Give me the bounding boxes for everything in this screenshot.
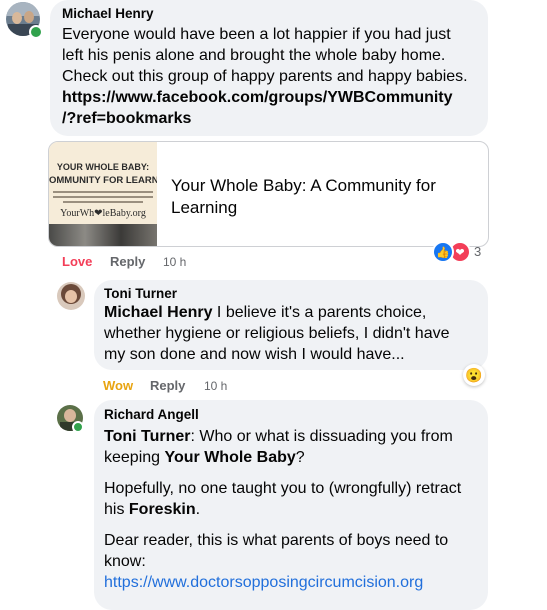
comment-author[interactable]: Richard Angell (104, 407, 199, 422)
comment-text: Everyone would have been a lot happier i… (62, 26, 468, 127)
mention-tag[interactable]: Toni Turner (104, 428, 191, 445)
reply-bubble: Richard Angell Toni Turner: Who or what … (94, 400, 488, 610)
reaction-count[interactable]: 3 (474, 244, 481, 259)
reply-button[interactable]: Reply (110, 254, 145, 269)
reply-bubble: Toni Turner Michael Henry I believe it's… (94, 280, 488, 370)
link-preview-title[interactable]: Your Whole Baby: A Community for Learnin… (171, 175, 436, 219)
love-action-button[interactable]: Love (62, 254, 92, 269)
comment-link[interactable]: https://www.facebook.com/groups/YWBCommu… (62, 89, 453, 106)
wow-reaction-icon[interactable]: 😮 (463, 364, 485, 386)
link-preview-card[interactable]: YOUR WHOLE BABY: OMMUNITY FOR LEARNI You… (48, 141, 489, 247)
online-status-indicator (72, 421, 84, 433)
comment-text: Michael Henry I believe it's a parents c… (104, 304, 450, 363)
comment-timestamp[interactable]: 10 h (204, 379, 227, 393)
comment-bubble: Michael Henry Everyone would have been a… (50, 0, 488, 136)
comment-text: Toni Turner: Who or what is dissuading y… (104, 428, 462, 591)
comment-author[interactable]: Toni Turner (104, 286, 177, 301)
reply-button[interactable]: Reply (150, 378, 185, 393)
comment-timestamp[interactable]: 10 h (163, 255, 186, 269)
wow-action-button[interactable]: Wow (103, 378, 133, 393)
external-link[interactable]: https://www.doctorsopposingcircumcision.… (104, 574, 423, 591)
like-reaction-icon[interactable]: 👍 (432, 241, 454, 263)
online-status-indicator (29, 25, 43, 39)
mention-tag[interactable]: Michael Henry (104, 304, 212, 321)
toni-turner-avatar[interactable] (57, 282, 85, 310)
link-preview-thumbnail: YOUR WHOLE BABY: OMMUNITY FOR LEARNI You… (49, 142, 157, 246)
comment-author[interactable]: Michael Henry (62, 6, 154, 21)
comment-link-continued[interactable]: /?ref=bookmarks (62, 110, 191, 127)
